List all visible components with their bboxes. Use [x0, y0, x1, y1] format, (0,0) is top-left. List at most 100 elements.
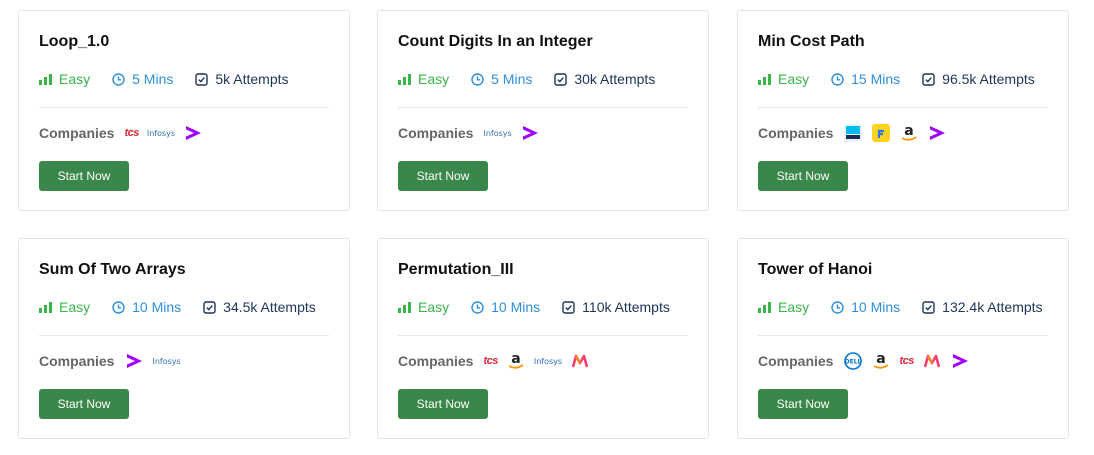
problem-meta: Easy 5 Mins 5k Attempts [39, 71, 289, 87]
signal-bars-icon [398, 73, 411, 85]
svg-text:a: a [905, 123, 914, 139]
tcs-logo-icon: tcs [899, 355, 914, 367]
duration: 10 Mins [831, 299, 900, 315]
divider [39, 107, 329, 108]
companies-row: Companies tcs Infosys [39, 121, 211, 145]
problem-meta: Easy 10 Mins 34.5k Attempts [39, 299, 316, 315]
checkbox-icon [922, 72, 935, 86]
attempts: 34.5k Attempts [203, 299, 316, 315]
myntra-logo-icon [922, 350, 942, 372]
companies-label: Companies [758, 353, 834, 369]
companies-row: Companies DELL a tcs [758, 349, 978, 373]
divider [398, 335, 688, 336]
start-now-button[interactable]: Start Now [758, 389, 848, 419]
difficulty: Easy [39, 71, 90, 87]
companies-row: Companies Infosys [39, 349, 189, 373]
duration-label: 10 Mins [851, 299, 901, 315]
companies-label: Companies [39, 353, 115, 369]
duration-label: 15 Mins [851, 71, 901, 87]
problem-meta: Easy 10 Mins 110k Attempts [398, 299, 670, 315]
tcs-logo-icon: tcs [483, 355, 498, 367]
attempts: 30k Attempts [554, 71, 655, 87]
signal-bars-icon [39, 301, 52, 313]
problem-card: Count Digits In an Integer Easy 5 Mins 3… [377, 10, 709, 211]
signal-bars-icon [758, 301, 771, 313]
accenture-logo-icon [927, 122, 947, 144]
problem-meta: Easy 10 Mins 132.4k Attempts [758, 299, 1043, 315]
problem-card: Loop_1.0 Easy 5 Mins 5k Attempts Compani… [18, 10, 350, 211]
difficulty: Easy [758, 299, 809, 315]
attempts: 132.4k Attempts [922, 299, 1043, 315]
accenture-logo-icon [520, 122, 540, 144]
divider [758, 107, 1048, 108]
svg-text:a: a [511, 351, 520, 367]
signal-bars-icon [39, 73, 52, 85]
problem-title[interactable]: Min Cost Path [758, 33, 865, 51]
difficulty-label: Easy [778, 71, 810, 87]
signal-bars-icon [398, 301, 411, 313]
attempts: 96.5k Attempts [922, 71, 1035, 87]
tcs-logo-icon: tcs [124, 127, 139, 139]
difficulty-label: Easy [778, 299, 810, 315]
duration-label: 10 Mins [491, 299, 541, 315]
myntra-logo-icon [570, 350, 590, 372]
signal-bars-icon [758, 73, 771, 85]
problem-title[interactable]: Permutation_III [398, 261, 514, 279]
duration-label: 5 Mins [491, 71, 533, 87]
duration: 15 Mins [831, 71, 900, 87]
dell-logo-icon: DELL [843, 350, 863, 372]
companies-row: Companies tcs a Infosys [398, 349, 598, 373]
problem-card: Sum Of Two Arrays Easy 10 Mins 34.5k Att… [18, 238, 350, 439]
difficulty: Easy [758, 71, 809, 87]
checkbox-icon [554, 72, 568, 86]
amazon-logo-icon: a [506, 350, 526, 372]
problem-title[interactable]: Sum Of Two Arrays [39, 261, 186, 279]
problem-title[interactable]: Tower of Hanoi [758, 261, 872, 279]
problem-grid: Loop_1.0 Easy 5 Mins 5k Attempts Compani… [0, 0, 1094, 455]
start-now-button[interactable]: Start Now [398, 389, 488, 419]
start-now-button[interactable]: Start Now [39, 161, 129, 191]
accenture-logo-icon [124, 350, 144, 372]
infosys-logo-icon: Infosys [146, 128, 176, 138]
amazon-logo-icon: a [899, 122, 919, 144]
problem-card: Tower of Hanoi Easy 10 Mins 132.4k Attem… [737, 238, 1069, 439]
flipkart-logo-icon [871, 122, 891, 144]
clock-icon [471, 300, 484, 314]
paytm-logo-icon [843, 122, 863, 144]
accenture-logo-icon [183, 122, 203, 144]
checkbox-icon [203, 300, 216, 314]
attempts: 110k Attempts [562, 299, 670, 315]
attempts-label: 5k Attempts [215, 71, 289, 87]
attempts-label: 34.5k Attempts [223, 299, 316, 315]
start-now-button[interactable]: Start Now [39, 389, 129, 419]
start-now-button[interactable]: Start Now [398, 161, 488, 191]
divider [39, 335, 329, 336]
divider [758, 335, 1048, 336]
duration: 5 Mins [471, 71, 532, 87]
companies-row: Companies a [758, 121, 955, 145]
problem-meta: Easy 5 Mins 30k Attempts [398, 71, 655, 87]
duration: 10 Mins [112, 299, 181, 315]
amazon-logo-icon: a [871, 350, 891, 372]
start-now-button[interactable]: Start Now [758, 161, 848, 191]
clock-icon [112, 72, 125, 86]
problem-card: Min Cost Path Easy 15 Mins 96.5k Attempt… [737, 10, 1069, 211]
attempts-label: 132.4k Attempts [942, 299, 1043, 315]
svg-text:a: a [877, 351, 886, 367]
difficulty: Easy [39, 299, 90, 315]
problem-title[interactable]: Loop_1.0 [39, 33, 109, 51]
companies-label: Companies [398, 353, 474, 369]
problem-title[interactable]: Count Digits In an Integer [398, 33, 593, 51]
infosys-logo-icon: Infosys [483, 128, 512, 138]
duration: 10 Mins [471, 299, 540, 315]
difficulty: Easy [398, 71, 449, 87]
difficulty-label: Easy [418, 71, 450, 87]
attempts-label: 110k Attempts [582, 299, 670, 315]
checkbox-icon [562, 300, 575, 314]
clock-icon [831, 72, 844, 86]
companies-label: Companies [758, 125, 834, 141]
attempts-label: 96.5k Attempts [942, 71, 1035, 87]
duration-label: 5 Mins [132, 71, 174, 87]
clock-icon [112, 300, 125, 314]
svg-text:DELL: DELL [845, 359, 862, 366]
